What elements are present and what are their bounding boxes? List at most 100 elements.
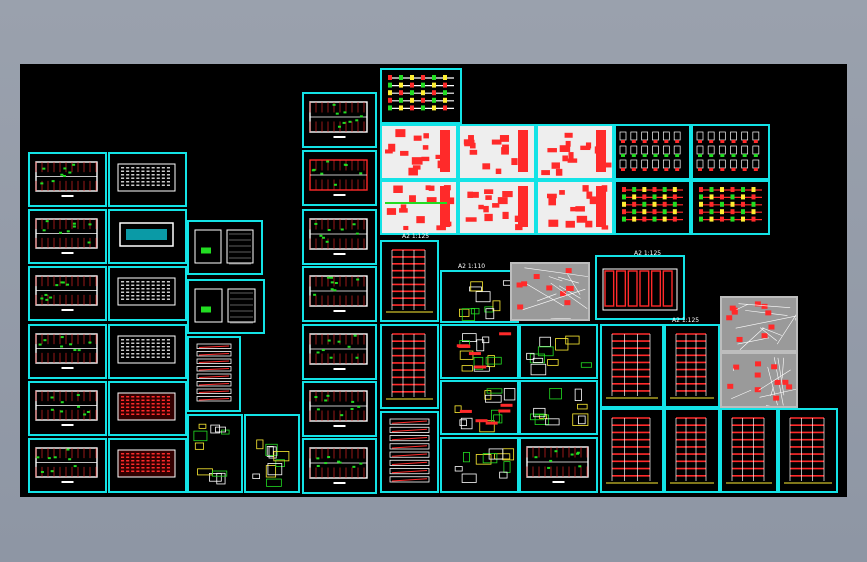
drawing-sheet[interactable] bbox=[536, 124, 614, 180]
drawing-sheet[interactable] bbox=[380, 68, 462, 124]
drawing-sheet[interactable] bbox=[302, 381, 377, 437]
sheet-drawing bbox=[117, 449, 176, 478]
drawing-sheet[interactable] bbox=[458, 124, 536, 180]
selection-line bbox=[385, 202, 447, 204]
drawing-sheet[interactable] bbox=[28, 438, 107, 493]
drawing-sheet[interactable] bbox=[614, 124, 691, 180]
drawing-sheet[interactable] bbox=[302, 324, 377, 380]
sheet-drawing bbox=[602, 268, 678, 311]
drawing-sheet[interactable] bbox=[380, 240, 439, 322]
drawing-sheet[interactable] bbox=[720, 408, 778, 493]
sheet-drawing bbox=[309, 275, 368, 312]
drawing-sheet[interactable] bbox=[108, 438, 187, 493]
sheet-drawing bbox=[619, 131, 681, 171]
drawing-sheet[interactable] bbox=[536, 180, 614, 235]
sheet-drawing bbox=[309, 333, 368, 370]
sheet-drawing bbox=[252, 439, 290, 487]
drawing-sheet[interactable] bbox=[600, 324, 664, 408]
drawing-sheet[interactable] bbox=[600, 408, 664, 493]
drawing-sheet[interactable] bbox=[778, 408, 838, 493]
sheet-drawing bbox=[699, 187, 762, 222]
sheet-drawing bbox=[526, 446, 589, 483]
sheet-drawing bbox=[35, 447, 98, 483]
drawing-sheet[interactable] bbox=[458, 180, 536, 235]
drawing-sheet[interactable] bbox=[108, 209, 187, 264]
sheet-drawing bbox=[382, 126, 456, 178]
sheet-drawing bbox=[456, 332, 512, 372]
sheet-scale-label-d: A2 1:125 bbox=[672, 317, 700, 324]
sheet-drawing bbox=[382, 182, 456, 233]
sheet-drawing bbox=[726, 301, 796, 350]
drawing-sheet[interactable] bbox=[380, 124, 458, 180]
sheet-drawing bbox=[117, 163, 176, 192]
drawing-sheet[interactable] bbox=[187, 414, 243, 493]
drawing-sheet[interactable] bbox=[302, 92, 377, 148]
drawing-sheet[interactable] bbox=[510, 262, 590, 321]
drawing-sheet[interactable] bbox=[108, 324, 187, 379]
drawing-sheet[interactable] bbox=[187, 220, 263, 275]
sheet-drawing bbox=[35, 333, 98, 369]
drawing-sheet[interactable] bbox=[302, 438, 377, 494]
drawing-sheet[interactable] bbox=[519, 437, 598, 493]
sheet-drawing bbox=[454, 388, 516, 433]
sheet-drawing bbox=[35, 161, 98, 197]
sheet-drawing bbox=[193, 423, 230, 485]
sheet-drawing bbox=[538, 182, 612, 233]
sheet-drawing bbox=[460, 182, 534, 233]
sheet-drawing bbox=[386, 333, 433, 400]
sheet-drawing bbox=[119, 222, 174, 247]
drawing-sheet[interactable] bbox=[664, 324, 720, 408]
drawing-sheet[interactable] bbox=[108, 381, 187, 436]
sheet-drawing bbox=[460, 126, 534, 178]
sheet-drawing bbox=[194, 288, 256, 324]
sheet-scale-label-a: A2 1:125 bbox=[402, 233, 430, 240]
sheet-drawing bbox=[670, 417, 714, 484]
sheet-drawing bbox=[309, 390, 368, 427]
drawing-sheet[interactable] bbox=[380, 411, 439, 493]
drawing-sheet[interactable] bbox=[720, 296, 798, 352]
drawing-sheet[interactable] bbox=[187, 279, 265, 334]
drawing-sheet[interactable] bbox=[440, 437, 519, 493]
sheet-drawing bbox=[516, 267, 588, 319]
drawing-sheet[interactable] bbox=[28, 381, 107, 436]
sheet-drawing bbox=[726, 417, 772, 484]
sheet-drawing bbox=[389, 418, 430, 483]
sheet-drawing bbox=[309, 101, 368, 138]
drawing-sheet[interactable] bbox=[108, 266, 187, 321]
sheet-drawing bbox=[454, 448, 515, 483]
sheet-drawing bbox=[35, 390, 98, 426]
drawing-sheet[interactable] bbox=[440, 380, 519, 435]
drawing-sheet[interactable] bbox=[614, 180, 691, 235]
sheet-drawing bbox=[696, 131, 760, 171]
drawing-sheet[interactable] bbox=[302, 266, 377, 322]
drawing-sheet[interactable] bbox=[28, 152, 107, 207]
drawing-sheet[interactable] bbox=[380, 180, 458, 235]
sheet-drawing bbox=[386, 249, 433, 313]
sheet-drawing bbox=[606, 333, 658, 399]
drawing-sheet[interactable] bbox=[302, 150, 377, 206]
drawing-sheet[interactable] bbox=[595, 255, 685, 320]
drawing-sheet[interactable] bbox=[28, 266, 107, 321]
drawing-sheet[interactable] bbox=[380, 324, 439, 409]
drawing-sheet[interactable] bbox=[244, 414, 300, 493]
sheet-drawing bbox=[117, 392, 176, 421]
sheet-drawing bbox=[117, 277, 176, 306]
drawing-sheet[interactable] bbox=[108, 152, 187, 207]
drawing-sheet[interactable] bbox=[440, 270, 519, 323]
drawing-sheet[interactable] bbox=[302, 209, 377, 265]
drawing-sheet[interactable] bbox=[440, 324, 519, 379]
sheet-drawing bbox=[538, 126, 612, 178]
drawing-sheet[interactable] bbox=[28, 209, 107, 264]
sheet-drawing bbox=[388, 75, 454, 111]
sheet-drawing bbox=[196, 343, 232, 402]
drawing-sheet[interactable] bbox=[28, 324, 107, 379]
drawing-sheet[interactable] bbox=[664, 408, 720, 493]
drawing-sheet[interactable] bbox=[691, 124, 770, 180]
drawing-sheet[interactable] bbox=[519, 324, 598, 379]
sheet-drawing bbox=[670, 333, 714, 399]
drawing-sheet[interactable] bbox=[519, 380, 598, 435]
drawing-sheet[interactable] bbox=[720, 352, 798, 408]
drawing-sheet[interactable] bbox=[187, 336, 241, 412]
drawing-sheet[interactable] bbox=[691, 180, 770, 235]
sheet-drawing bbox=[784, 417, 832, 484]
